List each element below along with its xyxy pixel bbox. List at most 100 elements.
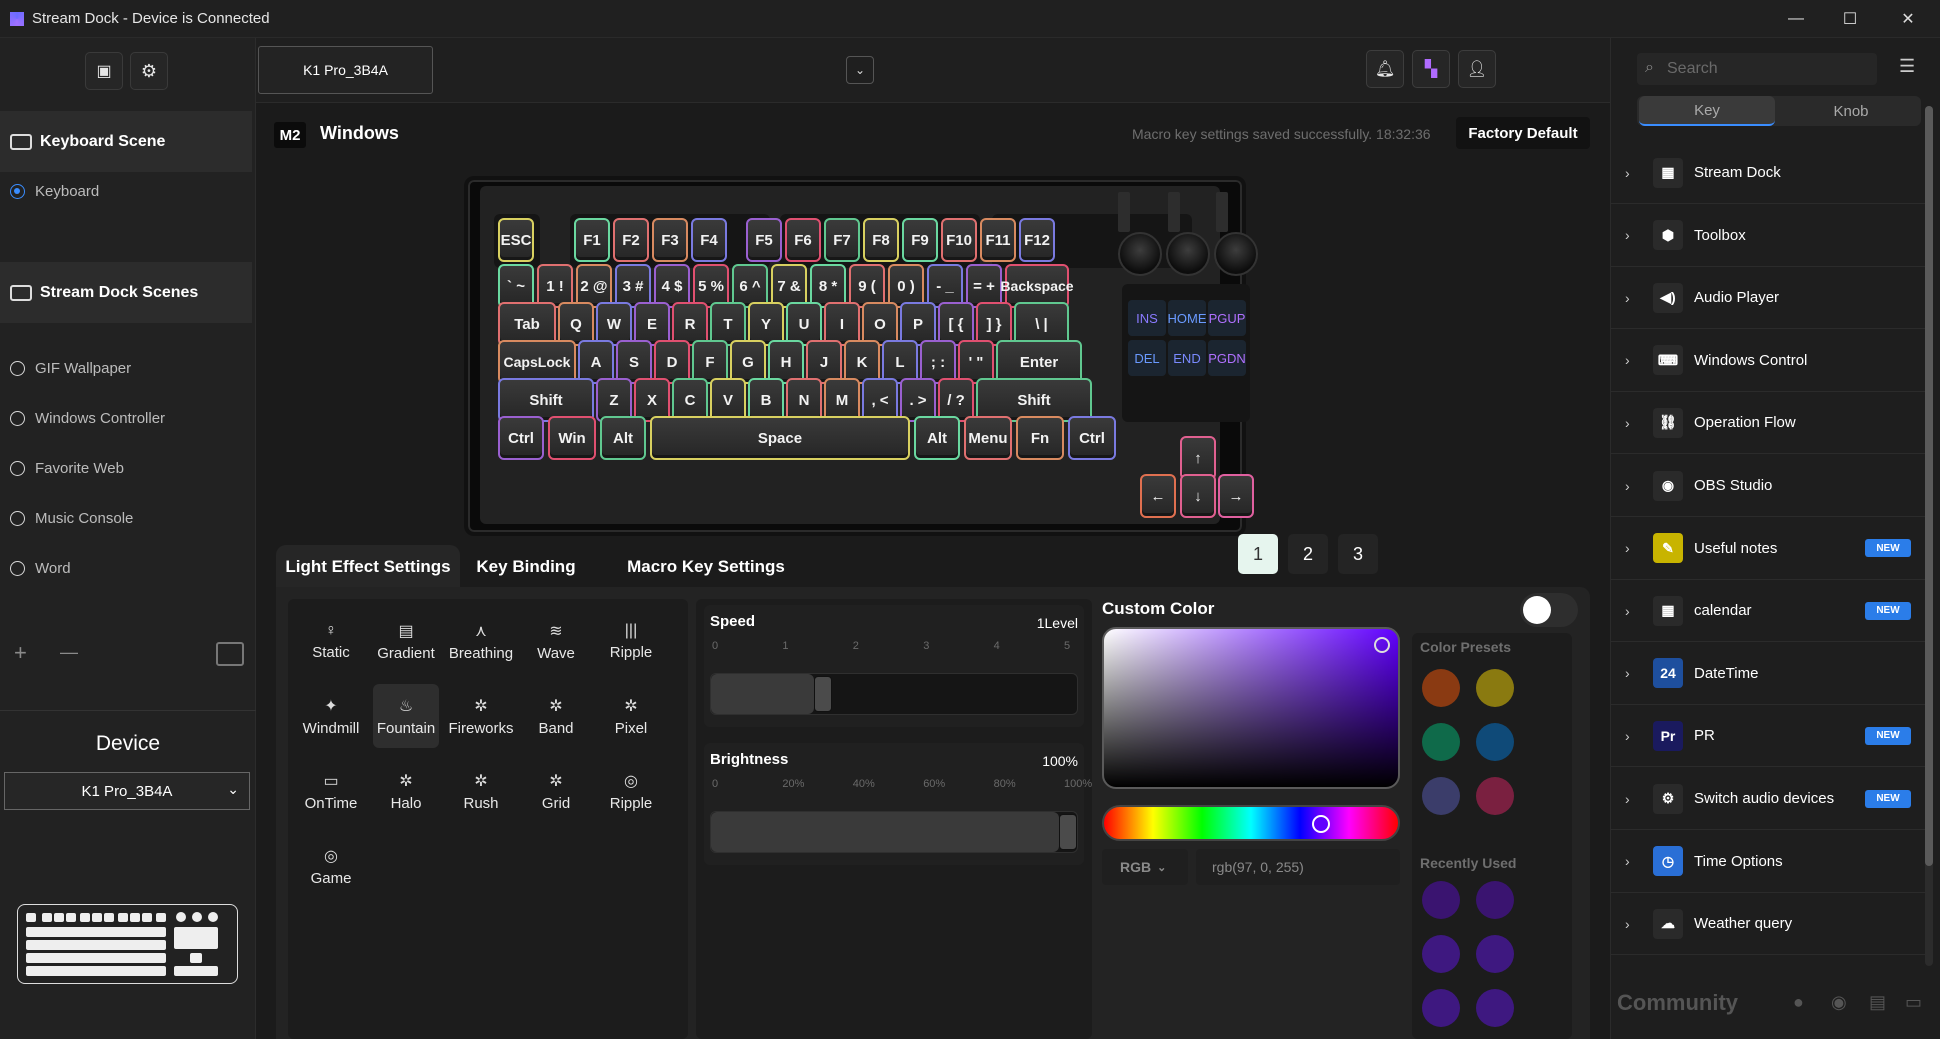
- effect-rush[interactable]: ✲ Rush: [448, 759, 514, 823]
- key[interactable]: Space: [650, 416, 910, 460]
- nav-key[interactable]: INS: [1128, 300, 1166, 336]
- key[interactable]: Win: [548, 416, 596, 460]
- chat-icon[interactable]: ▭: [1905, 992, 1922, 1013]
- effect-windmill[interactable]: ✦ Windmill: [298, 684, 364, 748]
- plugin-item-pr[interactable]: › Pr PR NEW: [1611, 705, 1929, 768]
- factory-default-button[interactable]: Factory Default: [1456, 117, 1590, 149]
- effect-ontime[interactable]: ▭ OnTime: [298, 759, 364, 823]
- brightness-thumb[interactable]: [1059, 814, 1077, 850]
- color-picker-area[interactable]: [1102, 627, 1400, 789]
- plugin-item-useful-notes[interactable]: › ✎ Useful notes NEW: [1611, 518, 1929, 580]
- key[interactable]: Alt: [914, 416, 960, 460]
- minimize-button[interactable]: —: [1768, 0, 1824, 38]
- sidebar-item-gif-wallpaper[interactable]: GIF Wallpaper: [0, 348, 252, 388]
- key[interactable]: F11: [980, 218, 1016, 262]
- effect-wave[interactable]: ≋ Wave: [523, 609, 589, 673]
- effect-grid[interactable]: ✲ Grid: [523, 759, 589, 823]
- sidebar-item-word[interactable]: Word: [0, 548, 252, 588]
- key[interactable]: Fn: [1016, 416, 1064, 460]
- key[interactable]: F9: [902, 218, 938, 262]
- hue-handle[interactable]: [1312, 815, 1330, 833]
- sidebar-item-keyboard[interactable]: Keyboard: [0, 171, 252, 211]
- effect-fireworks[interactable]: ✲ Fireworks: [448, 684, 514, 748]
- device-select[interactable]: K1 Pro_3B4A ⌄: [4, 772, 250, 810]
- nav-key[interactable]: PGDN: [1208, 340, 1246, 376]
- plugin-item-weather-query[interactable]: › ☁ Weather query: [1611, 893, 1929, 956]
- account-button[interactable]: 👤︎: [1458, 50, 1496, 88]
- add-scene-button[interactable]: +: [14, 640, 27, 666]
- knob-3[interactable]: [1214, 232, 1258, 276]
- chevron-right-icon[interactable]: ›: [1625, 540, 1630, 556]
- recent-color-swatch[interactable]: [1476, 881, 1514, 919]
- scene-settings-icon[interactable]: [216, 642, 244, 666]
- plugin-store-button[interactable]: ▚: [1412, 50, 1450, 88]
- color-preset-swatch[interactable]: [1476, 723, 1514, 761]
- hue-slider[interactable]: [1102, 805, 1400, 841]
- device-dropdown-button[interactable]: ⌄: [846, 56, 874, 84]
- recent-color-swatch[interactable]: [1476, 989, 1514, 1027]
- nav-key[interactable]: DEL: [1128, 340, 1166, 376]
- color-preset-swatch[interactable]: [1422, 777, 1460, 815]
- effect-static[interactable]: ♀ Static: [298, 609, 364, 673]
- page-1-button[interactable]: 1: [1238, 534, 1278, 574]
- key[interactable]: F6: [785, 218, 821, 262]
- chevron-right-icon[interactable]: ›: [1625, 478, 1630, 494]
- plugin-item-stream-dock[interactable]: › ▦ Stream Dock: [1611, 142, 1929, 204]
- key[interactable]: F4: [691, 218, 727, 262]
- search-input[interactable]: ⌕ Search: [1637, 53, 1877, 85]
- effect-band[interactable]: ✲ Band: [523, 684, 589, 748]
- effect-game[interactable]: ◎ Game: [298, 834, 364, 898]
- sidebar-item-favorite-web[interactable]: Favorite Web: [0, 448, 252, 488]
- close-button[interactable]: ✕: [1880, 0, 1936, 38]
- recent-color-swatch[interactable]: [1422, 935, 1460, 973]
- effect-halo[interactable]: ✲ Halo: [373, 759, 439, 823]
- chevron-right-icon[interactable]: ›: [1625, 415, 1630, 431]
- chevron-right-icon[interactable]: ›: [1625, 665, 1630, 681]
- arrow-key[interactable]: ←: [1140, 474, 1176, 518]
- segment-key[interactable]: Key: [1639, 96, 1775, 126]
- key[interactable]: Menu: [964, 416, 1012, 460]
- key[interactable]: F12: [1019, 218, 1055, 262]
- chevron-right-icon[interactable]: ›: [1625, 916, 1630, 932]
- color-mode-select[interactable]: RGB ⌄: [1102, 849, 1188, 885]
- effect-breathing[interactable]: ⋏ Breathing: [448, 609, 514, 673]
- chevron-right-icon[interactable]: ›: [1625, 728, 1630, 744]
- effect-gradient[interactable]: ▤ Gradient: [373, 609, 439, 673]
- chevron-right-icon[interactable]: ›: [1625, 290, 1630, 306]
- tab-key-binding[interactable]: Key Binding: [466, 545, 586, 589]
- color-preset-swatch[interactable]: [1422, 669, 1460, 707]
- key[interactable]: F3: [652, 218, 688, 262]
- reddit-icon[interactable]: ●: [1793, 992, 1804, 1013]
- nav-key[interactable]: END: [1168, 340, 1206, 376]
- chevron-right-icon[interactable]: ›: [1625, 227, 1630, 243]
- key[interactable]: F1: [574, 218, 610, 262]
- notifications-button[interactable]: 🔔︎: [1366, 50, 1404, 88]
- custom-color-toggle[interactable]: [1520, 593, 1578, 627]
- effect-ripple[interactable]: ||| Ripple: [598, 609, 664, 673]
- page-2-button[interactable]: 2: [1288, 534, 1328, 574]
- brightness-slider[interactable]: [710, 811, 1078, 853]
- scene-view-button[interactable]: ▣: [85, 52, 123, 90]
- color-picker-handle[interactable]: [1374, 637, 1390, 653]
- effect-ripple[interactable]: ◎ Ripple: [598, 759, 664, 823]
- arrow-key[interactable]: ↓: [1180, 474, 1216, 518]
- speed-slider[interactable]: [710, 673, 1078, 715]
- effect-fountain[interactable]: ♨ Fountain: [373, 684, 439, 748]
- plugin-scrollbar[interactable]: [1925, 106, 1933, 966]
- chevron-right-icon[interactable]: ›: [1625, 352, 1630, 368]
- plugin-item-operation-flow[interactable]: › ⛓ Operation Flow: [1611, 392, 1929, 455]
- list-view-icon[interactable]: ☰: [1899, 56, 1915, 77]
- discord-icon[interactable]: ◉: [1831, 992, 1847, 1013]
- plugin-item-toolbox[interactable]: › ⬢ Toolbox: [1611, 205, 1929, 267]
- plugin-item-obs-studio[interactable]: › ◉ OBS Studio: [1611, 455, 1929, 517]
- rgb-value-field[interactable]: rgb(97, 0, 255): [1196, 849, 1400, 885]
- mode-badge[interactable]: M2: [274, 122, 306, 148]
- tab-light-effect-settings[interactable]: Light Effect Settings: [276, 545, 460, 589]
- chevron-right-icon[interactable]: ›: [1625, 791, 1630, 807]
- segment-knob[interactable]: Knob: [1783, 96, 1919, 126]
- recent-color-swatch[interactable]: [1422, 881, 1460, 919]
- chevron-right-icon[interactable]: ›: [1625, 165, 1630, 181]
- plugin-item-audio-player[interactable]: › ◀) Audio Player: [1611, 267, 1929, 330]
- color-preset-swatch[interactable]: [1422, 723, 1460, 761]
- knob-1[interactable]: [1118, 232, 1162, 276]
